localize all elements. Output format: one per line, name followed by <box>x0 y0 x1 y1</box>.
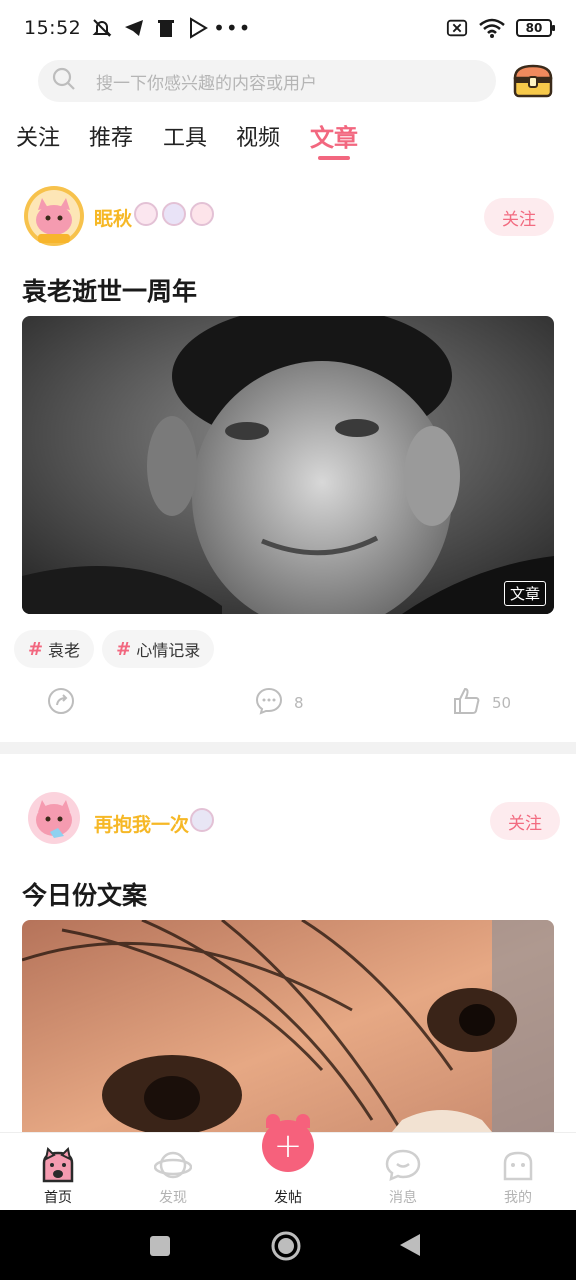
nav-messages[interactable]: 消息 <box>363 1133 443 1211</box>
user-badges <box>190 808 214 832</box>
home-icon <box>39 1146 77 1183</box>
more-dots-icon: ••• <box>213 16 252 40</box>
telegram-icon <box>123 17 145 39</box>
post-actions: 8 50 <box>0 686 576 726</box>
topic-chip[interactable]: # 心情记录 <box>102 630 215 668</box>
discover-planet-icon <box>153 1147 193 1183</box>
search-input[interactable]: 搜一下你感兴趣的内容或用户 <box>38 60 496 102</box>
avatar[interactable] <box>28 792 80 844</box>
nav-label: 首页 <box>44 1190 72 1206</box>
post-card[interactable]: 再抱我一次 关注 今日份文案 <box>0 792 576 1132</box>
hash-icon: # <box>28 638 44 660</box>
post-image[interactable]: 文章 <box>22 316 554 614</box>
topic-chip[interactable]: # 袁老 <box>14 630 95 668</box>
post-header: 眠秋 关注 <box>22 184 554 248</box>
post-title[interactable]: 袁老逝世一周年 <box>22 272 197 308</box>
like-count: 50 <box>492 694 512 712</box>
no-sim-icon <box>446 17 468 39</box>
badge-icon <box>190 202 214 226</box>
user-badges <box>134 202 214 226</box>
tab-video[interactable]: 视频 <box>236 120 280 152</box>
badge-icon <box>190 808 214 832</box>
mute-icon <box>91 17 113 39</box>
category-tabs: 关注 推荐 工具 视频 文章 <box>0 112 576 164</box>
status-time: 15:52 <box>24 17 82 39</box>
active-tab-indicator <box>318 156 350 160</box>
fab-ear <box>266 1114 280 1128</box>
follow-button[interactable]: 关注 <box>490 802 560 840</box>
nav-discover[interactable]: 发现 <box>133 1133 213 1211</box>
system-nav-bar <box>0 1210 576 1280</box>
wifi-icon <box>478 17 506 39</box>
nav-label: 我的 <box>504 1190 532 1206</box>
share-button[interactable] <box>46 686 76 720</box>
plus-icon: + <box>273 1126 303 1166</box>
comment-count: 8 <box>294 694 304 712</box>
profile-icon <box>499 1147 537 1183</box>
nav-label: 发帖 <box>274 1190 302 1206</box>
nav-profile[interactable]: 我的 <box>478 1133 558 1211</box>
article-tag: 文章 <box>503 581 546 606</box>
follow-button[interactable]: 关注 <box>484 198 554 236</box>
thumbs-up-icon <box>452 686 482 720</box>
post-card[interactable]: 眠秋 关注 袁老逝世一周年 文章 # 袁老 # 心情记录 8 50 <box>0 184 576 742</box>
tab-article[interactable]: 文章 <box>310 118 358 153</box>
search-icon <box>52 67 76 95</box>
nav-label: 消息 <box>389 1190 417 1206</box>
home-button[interactable] <box>270 1230 302 1266</box>
tab-tools[interactable]: 工具 <box>163 120 207 152</box>
battery-icon: 80 <box>516 19 555 37</box>
topic-list: # 袁老 # 心情记录 <box>14 630 215 668</box>
share-icon <box>46 686 76 720</box>
play-store-icon <box>187 17 209 39</box>
search-row: 搜一下你感兴趣的内容或用户 <box>0 58 576 106</box>
post-divider <box>0 742 576 754</box>
post-header: 再抱我一次 关注 <box>28 792 560 856</box>
comment-button[interactable]: 8 <box>254 686 304 720</box>
create-post-button[interactable]: + <box>262 1114 314 1172</box>
topic-label: 袁老 <box>48 641 81 660</box>
badge-icon <box>134 202 158 226</box>
like-button[interactable]: 50 <box>452 686 511 720</box>
post-title[interactable]: 今日份文案 <box>22 876 147 912</box>
recent-apps-button[interactable] <box>148 1234 172 1262</box>
comment-icon <box>254 686 284 720</box>
back-button[interactable] <box>398 1232 422 1262</box>
search-placeholder: 搜一下你感兴趣的内容或用户 <box>96 73 317 94</box>
nav-home[interactable]: 首页 <box>18 1133 98 1211</box>
tab-follow[interactable]: 关注 <box>16 120 60 152</box>
treasure-chest-icon[interactable] <box>512 62 554 100</box>
username[interactable]: 再抱我一次 <box>94 810 189 837</box>
badge-icon <box>162 202 186 226</box>
fab-ear <box>296 1114 310 1128</box>
post-image[interactable] <box>22 920 554 1132</box>
topic-label: 心情记录 <box>136 641 201 660</box>
trash-icon <box>155 17 177 39</box>
status-bar: 15:52 ••• 80 <box>0 0 576 56</box>
tab-recommend[interactable]: 推荐 <box>89 120 133 152</box>
message-icon <box>384 1147 422 1183</box>
avatar[interactable] <box>22 184 86 248</box>
nav-label: 发现 <box>159 1190 187 1206</box>
username[interactable]: 眠秋 <box>94 204 132 231</box>
hash-icon: # <box>116 638 132 660</box>
